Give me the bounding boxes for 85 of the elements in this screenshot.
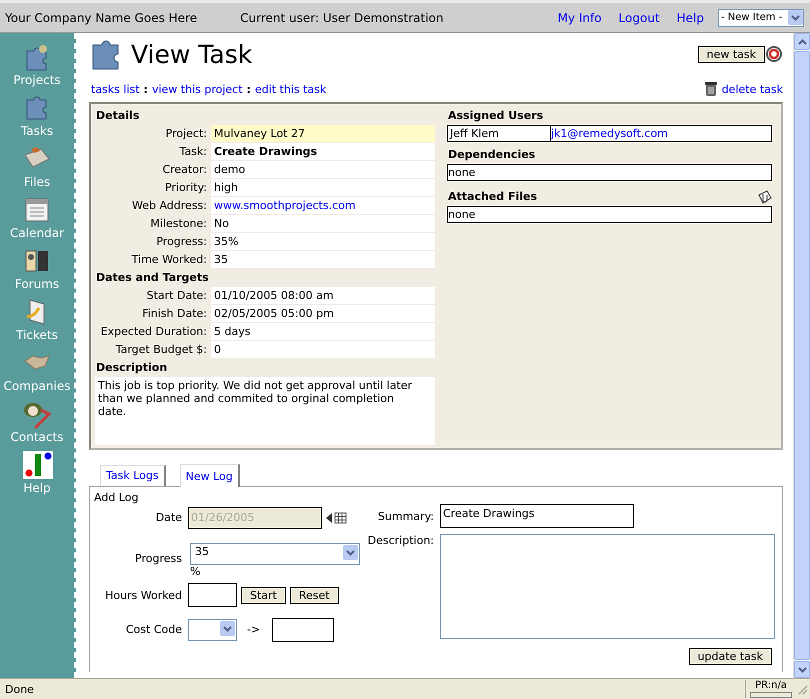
dependency-entry: none: [447, 164, 772, 181]
sidebar-label[interactable]: Companies: [4, 379, 70, 393]
sidebar-label[interactable]: Tickets: [16, 328, 58, 342]
breadcrumb-separator: :: [144, 82, 148, 96]
section-heading: Attached Files: [447, 189, 538, 205]
field-label: Progress: [134, 552, 182, 565]
header-link[interactable]: My Info: [558, 10, 602, 24]
user-name: Jeff Klem: [448, 126, 551, 141]
summary-input[interactable]: Create Drawings: [440, 504, 634, 528]
field-label: Task:: [178, 144, 208, 160]
sidebar-label[interactable]: Files: [24, 175, 50, 189]
page-title: View Task: [131, 40, 252, 68]
section-heading: Dependencies: [447, 147, 536, 163]
field-label: Creator:: [161, 162, 208, 178]
new-item-select[interactable]: - New Item -: [718, 8, 804, 26]
field-value: high: [211, 179, 435, 196]
tab[interactable]: Task Logs: [100, 465, 166, 486]
field-value: 02/05/2005 05:00 pm: [211, 305, 435, 322]
field-label: Web Address:: [131, 198, 208, 214]
start-button[interactable]: Start: [241, 586, 286, 604]
web-address-link[interactable]: www.smoothprojects.com: [214, 199, 356, 212]
field-label: Progress:: [155, 234, 208, 250]
description-text: This job is top priority. We did not get approval until later than we planned and commited to orginal completion date.: [95, 377, 435, 445]
progress-select[interactable]: 35: [190, 543, 360, 565]
delete-task-link[interactable]: delete task: [722, 82, 783, 96]
sidebar-item[interactable]: Files: [0, 143, 74, 194]
new-task-button[interactable]: new task: [698, 46, 765, 62]
sidebar-item[interactable]: Contacts: [0, 398, 74, 449]
sidebar-label[interactable]: Calendar: [10, 226, 64, 240]
field-label: Start Date:: [146, 288, 208, 304]
field-label: Date: [154, 511, 182, 524]
unit-label: %: [190, 565, 202, 578]
breadcrumb-link[interactable]: tasks list: [91, 82, 140, 96]
field-label: Priority:: [164, 180, 208, 196]
sidebar-item[interactable]: Help: [0, 449, 74, 500]
field-value: 35: [211, 251, 435, 268]
sidebar-item[interactable]: Forums: [0, 245, 74, 296]
field-value: demo: [211, 161, 435, 178]
field-value: 01/10/2005 08:00 am: [211, 287, 435, 304]
field-value: 5 days: [211, 323, 435, 340]
header-link[interactable]: Help: [676, 10, 704, 24]
sidebar-item[interactable]: Tickets: [0, 296, 74, 347]
section-heading: Assigned Users: [447, 108, 544, 124]
field-value: Mulvaney Lot 27: [211, 125, 435, 142]
section-heading: Dates and Targets: [95, 270, 210, 286]
field-label: Finish Date:: [141, 306, 208, 322]
section-heading: Description: [95, 360, 168, 376]
reset-button[interactable]: Reset: [290, 586, 339, 604]
field-label: Milestone:: [149, 216, 208, 232]
arrow-text: ->: [247, 623, 260, 636]
field-value: 35%: [211, 233, 435, 250]
field-label: Hours Worked: [104, 588, 182, 602]
update-task-button[interactable]: update task: [688, 648, 772, 665]
status-zone: PR:n/a: [755, 680, 787, 691]
tab[interactable]: New Log: [180, 464, 240, 487]
sidebar-label[interactable]: Tasks: [20, 124, 54, 138]
breadcrumb-link[interactable]: view this project: [152, 82, 243, 96]
field-label: Target Budget $:: [114, 342, 208, 358]
sidebar-label[interactable]: Projects: [13, 73, 61, 87]
company-name: Your Company Name Goes Here: [5, 10, 198, 24]
sidebar-item[interactable]: Tasks: [0, 92, 74, 143]
field-label: Summary:: [376, 510, 434, 522]
email-link[interactable]: jk1@remedysoft.com: [551, 126, 668, 141]
field-label: Project:: [164, 126, 208, 142]
sidebar-label[interactable]: Help: [23, 481, 51, 495]
field-value: 0: [211, 341, 435, 358]
sidebar-label[interactable]: Forums: [14, 277, 60, 291]
sidebar-item[interactable]: Calendar: [0, 194, 74, 245]
status-text: Done: [5, 682, 34, 696]
field-label: Time Worked:: [130, 252, 208, 268]
header-link[interactable]: Logout: [618, 10, 660, 24]
form-heading: Add Log: [94, 491, 140, 504]
breadcrumb-link[interactable]: edit this task: [254, 82, 326, 96]
field-label: Cost Code: [124, 623, 182, 636]
field-label: Expected Duration:: [100, 324, 208, 340]
breadcrumb-separator: :: [246, 82, 251, 96]
sidebar-label[interactable]: Contacts: [10, 430, 64, 444]
current-user: Current user: User Demonstration: [240, 10, 444, 24]
field-value: Create Drawings: [211, 143, 435, 160]
section-heading: Details: [95, 108, 140, 124]
field-label: Description:: [366, 534, 434, 549]
sidebar-item[interactable]: Companies: [0, 347, 74, 398]
field-value: No: [211, 215, 435, 232]
attached-file-entry: none: [447, 206, 772, 223]
sidebar-item[interactable]: Projects: [0, 41, 74, 92]
